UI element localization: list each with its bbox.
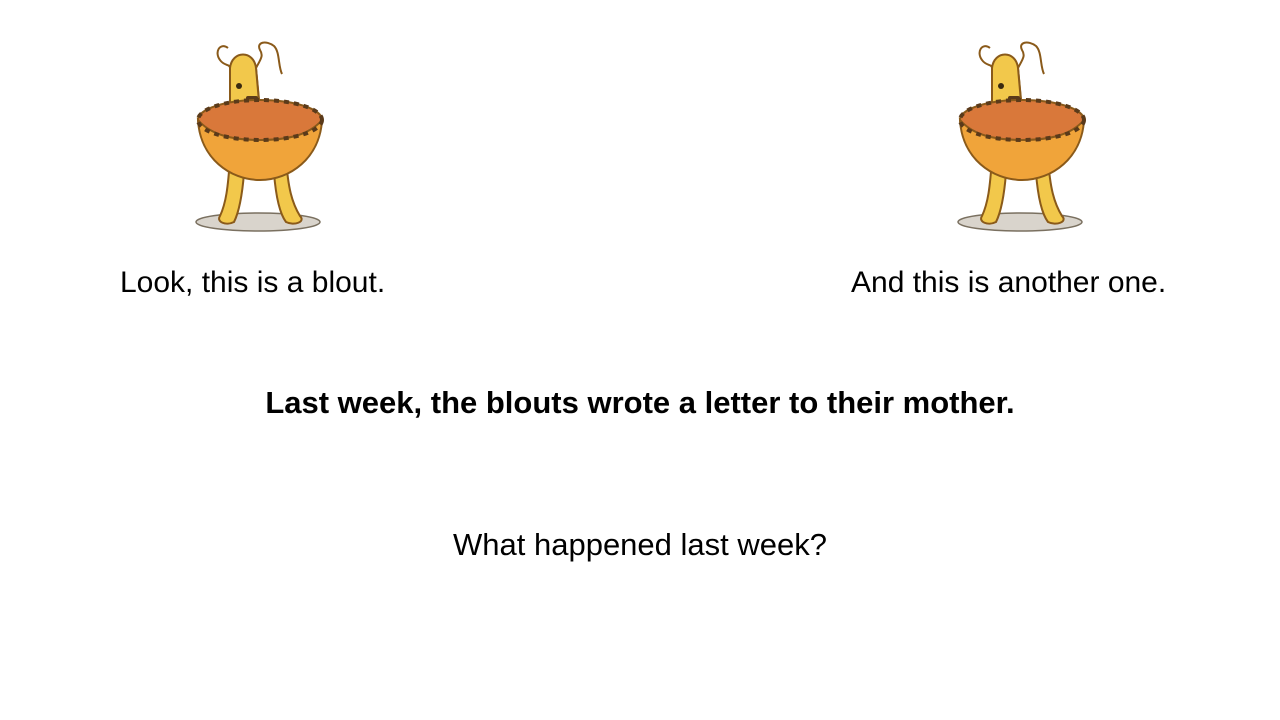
left-caption: Look, this is a blout. xyxy=(120,266,386,299)
blout-illustration-left xyxy=(190,38,330,238)
question-text: What happened last week? xyxy=(453,527,827,562)
slide: Look, this is a blout. And this is anoth… xyxy=(0,0,1280,720)
statement-text: Last week, the blouts wrote a letter to … xyxy=(265,385,1015,420)
right-caption: And this is another one. xyxy=(851,266,1167,299)
blout-icon xyxy=(195,41,324,232)
blout-illustration-right xyxy=(952,38,1092,238)
blout-icon xyxy=(957,41,1086,232)
